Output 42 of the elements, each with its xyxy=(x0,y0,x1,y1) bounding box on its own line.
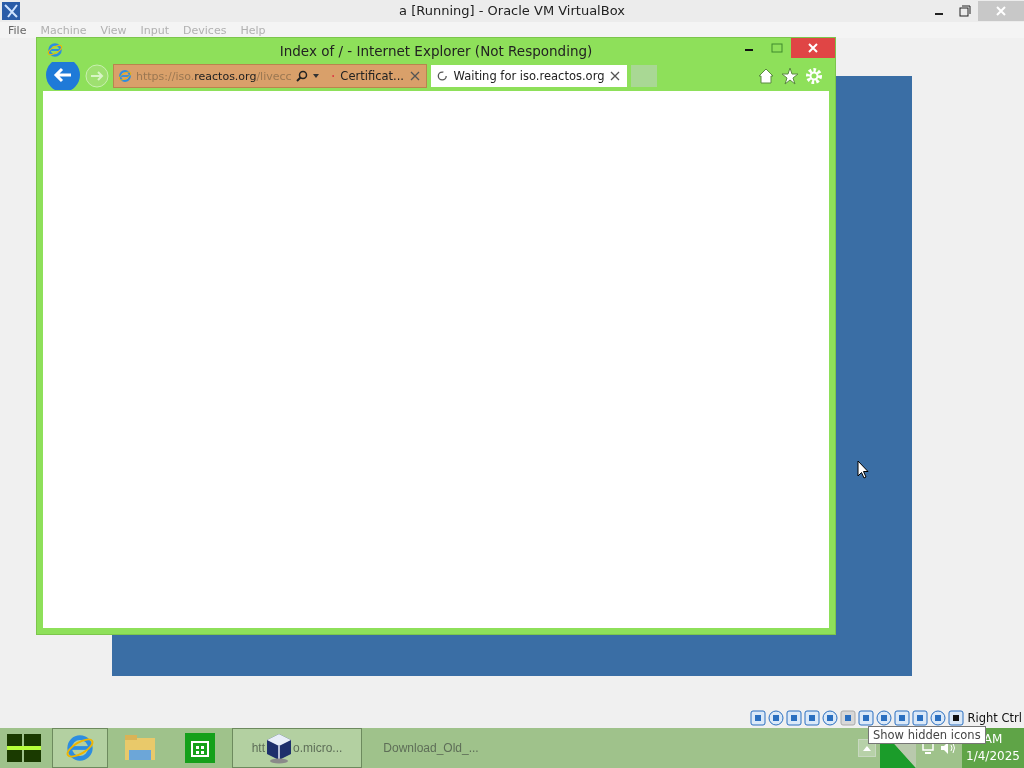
taskbar-button[interactable]: Download_Old_... xyxy=(366,728,496,768)
up-arrow-icon xyxy=(863,745,871,751)
window-title: a [Running] - Oracle VM VirtualBox xyxy=(398,3,626,18)
host-key-label: Right Ctrl xyxy=(967,711,1022,725)
clock-date: 1/4/2025 xyxy=(966,748,1020,765)
volume-icon[interactable] xyxy=(940,741,958,755)
star-icon[interactable] xyxy=(781,67,799,85)
windows-logo-icon xyxy=(7,734,41,762)
url-text: https://iso.reactos.org/livecc xyxy=(136,69,292,83)
taskbar-button[interactable]: htt o.micro... xyxy=(232,728,362,768)
cube-icon xyxy=(265,732,293,764)
tooltip: Show hidden icons xyxy=(868,726,986,744)
restore-icon xyxy=(959,5,971,17)
app-icon xyxy=(2,2,20,20)
close-icon xyxy=(995,5,1007,17)
tab-close-button[interactable] xyxy=(410,71,420,81)
search-icon[interactable] xyxy=(295,70,308,82)
menu-item[interactable]: File xyxy=(8,23,27,37)
address-bar[interactable]: https://iso.reactos.org/livecc xyxy=(114,65,326,87)
tab-title: Waiting for iso.reactos.org xyxy=(453,69,605,83)
close-button[interactable] xyxy=(791,38,835,58)
back-button[interactable] xyxy=(45,62,81,90)
browser-tab[interactable]: Certificat... xyxy=(326,65,426,87)
close-icon xyxy=(807,42,819,54)
close-icon xyxy=(610,71,621,81)
tab-close-button[interactable] xyxy=(610,71,621,81)
home-icon[interactable] xyxy=(757,67,775,85)
minimize-icon xyxy=(935,13,943,15)
browser-icon xyxy=(65,733,95,763)
browser-title: Index of / - Internet Explorer (Not Responding) xyxy=(278,43,594,59)
close-icon xyxy=(410,71,420,81)
browser-tab[interactable]: Waiting for iso.reactos.org xyxy=(431,65,627,87)
browser-logo-icon xyxy=(47,42,63,58)
caret-icon[interactable] xyxy=(311,73,320,79)
folder-icon xyxy=(124,734,156,762)
minimize-icon xyxy=(745,49,753,51)
loading-spinner-icon xyxy=(437,70,448,82)
mouse-cursor xyxy=(857,460,869,479)
site-icon xyxy=(118,69,132,83)
tab-title: Certificat... xyxy=(340,69,404,83)
store-icon xyxy=(185,733,215,763)
maximize-icon xyxy=(771,43,783,53)
